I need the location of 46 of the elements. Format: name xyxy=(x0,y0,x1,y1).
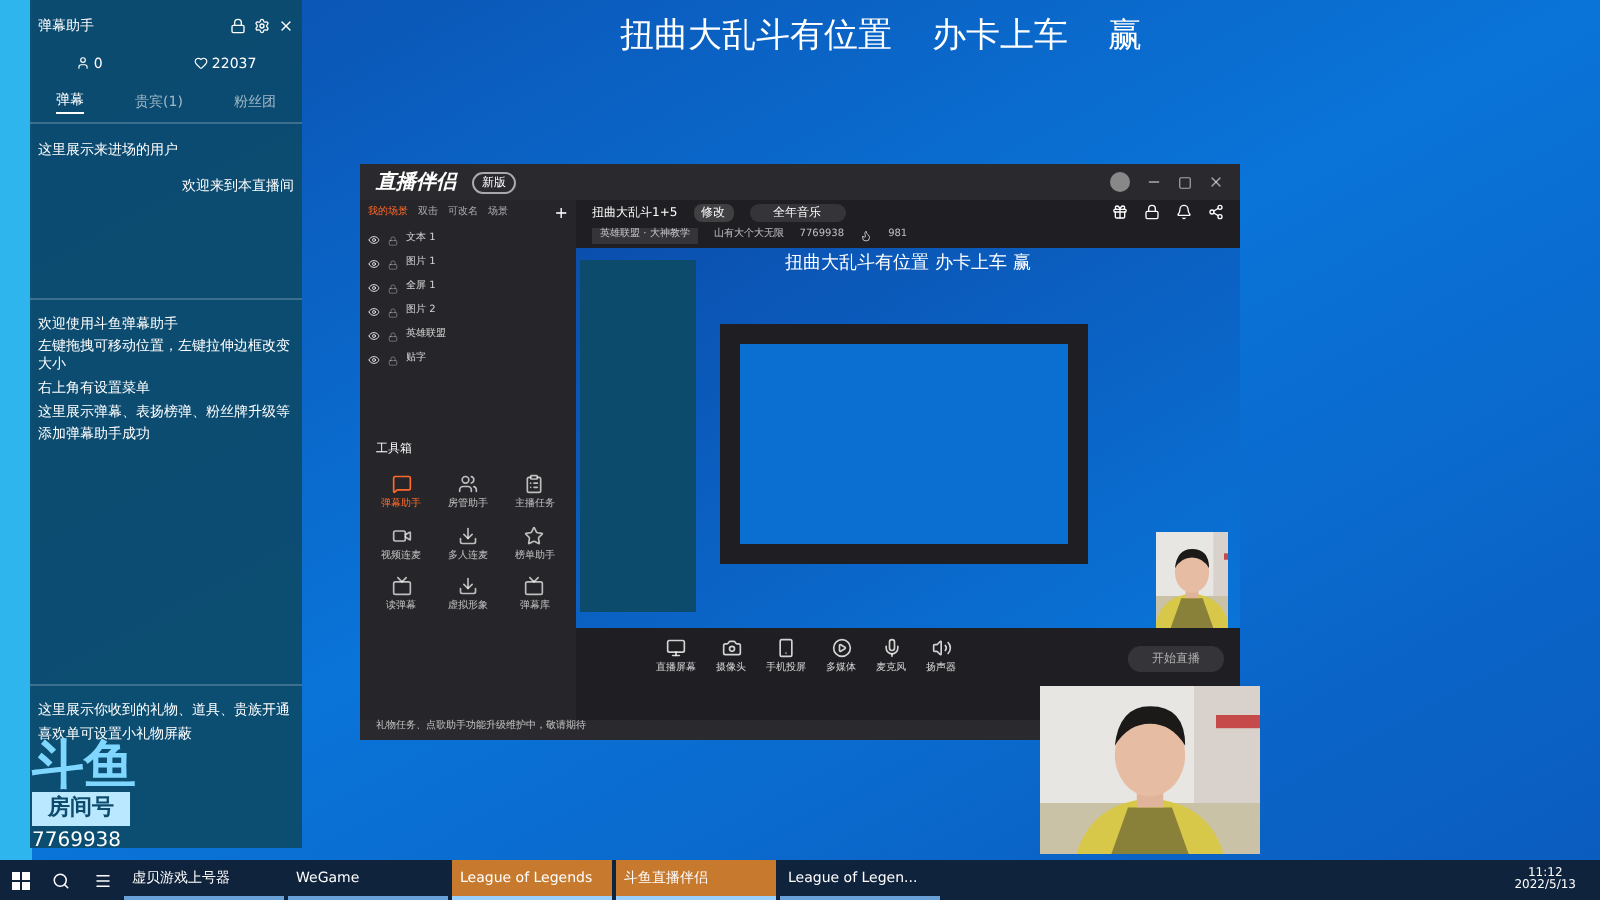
room-number: 7769938 xyxy=(32,827,122,855)
user-icon xyxy=(75,56,90,71)
settings-icon[interactable] xyxy=(254,18,270,35)
windows-icon[interactable] xyxy=(11,871,29,889)
star-icon xyxy=(524,525,545,545)
app-logo: 直播伴侣 xyxy=(376,169,456,197)
search-icon[interactable] xyxy=(52,871,70,889)
avatar[interactable] xyxy=(1110,172,1130,192)
phone-icon xyxy=(776,638,796,659)
users-icon xyxy=(457,474,478,494)
flame-icon xyxy=(860,230,873,242)
video-camera-icon xyxy=(391,525,412,545)
eye-icon[interactable] xyxy=(368,282,380,294)
speaker-icon xyxy=(931,638,951,659)
headline-text: 办卡上车 xyxy=(932,14,1068,60)
clipboard-icon xyxy=(524,474,545,494)
eye-icon[interactable] xyxy=(368,330,380,342)
task-view-icon[interactable] xyxy=(94,871,112,889)
gift-icon[interactable] xyxy=(1112,204,1128,220)
close-icon[interactable] xyxy=(1208,174,1224,190)
download-icon xyxy=(457,525,478,545)
lock-icon[interactable] xyxy=(1144,204,1160,220)
headline-text: 赢 xyxy=(1108,14,1142,60)
eye-icon[interactable] xyxy=(368,234,380,246)
eye-icon[interactable] xyxy=(368,306,380,318)
share-icon[interactable] xyxy=(1208,204,1224,220)
bell-icon[interactable] xyxy=(1176,204,1192,220)
close-icon[interactable] xyxy=(278,18,294,35)
heart-icon xyxy=(193,56,208,71)
play-icon xyxy=(831,638,851,659)
logo-text: 斗鱼 xyxy=(32,740,136,792)
download-icon xyxy=(457,576,478,596)
microphone-icon xyxy=(881,638,901,659)
chat-bubble-icon xyxy=(391,474,412,494)
room-label: 房间号 xyxy=(32,792,130,825)
eye-icon[interactable] xyxy=(368,258,380,270)
tv-icon xyxy=(391,576,412,596)
monitor-icon xyxy=(666,638,686,659)
headline-text: 扭曲大乱斗有位置 xyxy=(620,14,892,60)
lock-icon[interactable] xyxy=(230,18,246,35)
add-button[interactable]: + xyxy=(554,202,568,226)
maximize-icon[interactable] xyxy=(1178,175,1192,189)
eye-icon[interactable] xyxy=(368,354,380,366)
camera-icon xyxy=(721,638,741,659)
tv-icon xyxy=(524,576,545,596)
preview-caption: 扭曲大乱斗有位置 办卡上车 赢 xyxy=(785,252,1031,278)
